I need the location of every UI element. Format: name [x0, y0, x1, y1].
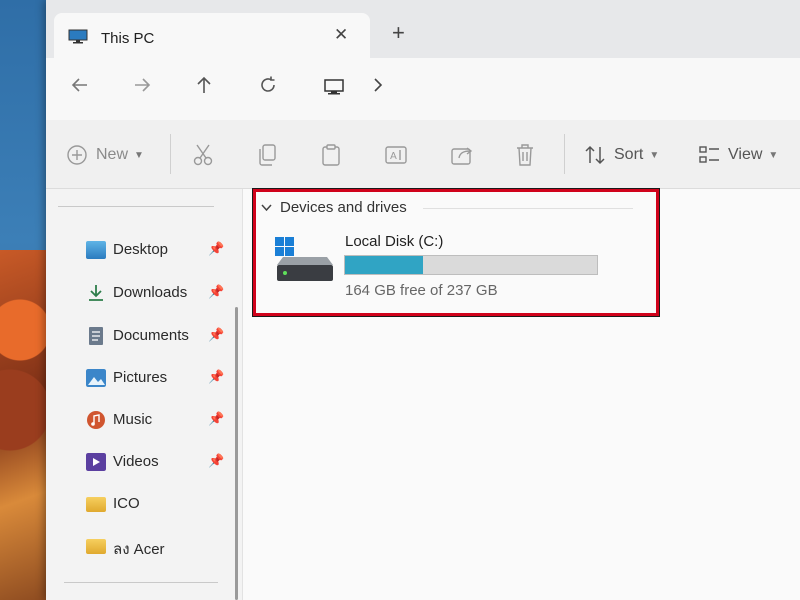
delete-icon [517, 144, 533, 166]
desktop-folder-icon [86, 241, 106, 259]
chevron-down-icon: ▼ [768, 149, 779, 161]
back-button[interactable] [70, 75, 90, 100]
paste-button[interactable] [320, 142, 342, 168]
svg-text:A: A [390, 151, 397, 162]
pin-icon: 📌 [208, 453, 225, 468]
delete-button[interactable] [514, 142, 536, 168]
videos-icon [86, 453, 106, 471]
toolbar-divider [170, 134, 171, 174]
download-icon [89, 285, 103, 301]
forward-button[interactable] [132, 75, 152, 100]
rename-button[interactable]: A [384, 142, 408, 168]
address-bar[interactable] [308, 68, 778, 108]
sidebar-item-music[interactable]: Music 📌 [86, 407, 226, 435]
pin-icon: 📌 [208, 411, 225, 426]
view-button[interactable]: View ▼ [698, 142, 778, 168]
documents-icon [89, 327, 103, 345]
chevron-down-icon: ▼ [649, 149, 660, 161]
sidebar-item-desktop[interactable]: Desktop 📌 [86, 237, 226, 265]
paste-icon [322, 144, 340, 166]
arrow-left-icon [71, 78, 87, 92]
close-tab-button[interactable]: ✕ [334, 25, 348, 45]
sort-button-label: Sort [614, 146, 644, 163]
title-bar: This PC ✕ + [46, 0, 800, 58]
tab-this-pc[interactable]: This PC ✕ [54, 13, 370, 58]
arrow-up-icon [197, 76, 211, 93]
new-button-label: New [96, 146, 129, 163]
pin-icon: 📌 [208, 369, 225, 384]
sidebar-divider [58, 206, 214, 207]
refresh-icon [261, 76, 275, 92]
arrow-right-icon [135, 78, 151, 92]
chevron-down-icon: ▼ [134, 149, 144, 161]
sidebar-item-label: Music [113, 411, 153, 428]
new-tab-button[interactable]: + [392, 22, 405, 44]
sort-icon [585, 145, 605, 165]
sidebar-item-label: Documents [113, 327, 189, 344]
sidebar-divider [64, 582, 218, 583]
sidebar-item-label: ICO [113, 495, 140, 512]
up-button[interactable] [194, 75, 214, 100]
music-icon [87, 411, 105, 429]
sidebar-item-videos[interactable]: Videos 📌 [86, 449, 226, 477]
sidebar-item-label: Downloads [113, 284, 188, 301]
sidebar-item-acer[interactable]: ลง Acer [86, 533, 226, 561]
view-button-label: View [728, 146, 763, 163]
monitor-icon [324, 79, 344, 95]
folder-icon [86, 497, 106, 512]
pin-icon: 📌 [208, 327, 225, 342]
copy-icon [259, 144, 276, 166]
sidebar-item-pictures[interactable]: Pictures 📌 [86, 365, 226, 393]
sidebar-item-downloads[interactable]: Downloads 📌 [86, 280, 226, 308]
chevron-right-icon[interactable] [372, 76, 384, 99]
toolbar-divider [564, 134, 565, 174]
tab-title: This PC [101, 30, 155, 47]
sidebar-item-label: ลง Acer [113, 541, 165, 558]
sidebar-item-documents[interactable]: Documents 📌 [86, 323, 226, 351]
pin-icon: 📌 [208, 284, 225, 299]
sidebar-item-label: Videos [113, 453, 159, 470]
navigation-bar [46, 58, 800, 120]
share-button[interactable] [450, 142, 474, 168]
plus-circle-icon [67, 145, 87, 165]
sidebar-scrollbar[interactable] [235, 307, 238, 600]
navigation-pane: Desktop 📌 Downloads 📌 Documents 📌 Pictur… [46, 189, 243, 600]
view-icon [699, 146, 719, 163]
new-button[interactable]: New ▼ [66, 142, 144, 168]
rename-icon: A [385, 146, 407, 164]
share-icon [451, 147, 473, 165]
cut-button[interactable] [192, 142, 214, 168]
cut-icon [193, 144, 213, 166]
sidebar-item-label: Desktop [113, 241, 169, 258]
folder-icon [86, 539, 106, 554]
pictures-icon [86, 369, 106, 387]
refresh-button[interactable] [258, 75, 278, 100]
highlight-box [252, 188, 660, 317]
copy-button[interactable] [256, 142, 278, 168]
monitor-icon [68, 29, 88, 44]
pin-icon: 📌 [208, 241, 225, 256]
desktop-wallpaper [0, 250, 52, 600]
sort-button[interactable]: Sort ▼ [584, 142, 659, 168]
sidebar-item-ico[interactable]: ICO [86, 491, 226, 519]
command-bar: New ▼ A Sort ▼ View ▼ [46, 120, 800, 189]
sidebar-item-label: Pictures [113, 369, 168, 386]
